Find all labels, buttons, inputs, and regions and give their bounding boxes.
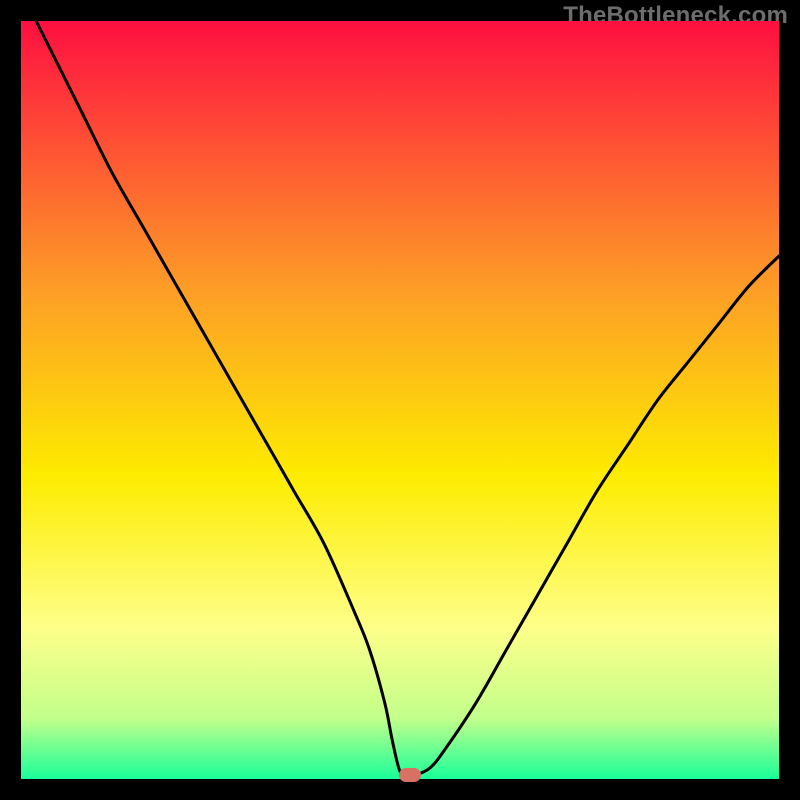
gradient-background — [21, 21, 779, 779]
bottleneck-chart — [21, 21, 779, 779]
optimal-marker — [399, 768, 421, 782]
chart-stage: TheBottleneck.com — [0, 0, 800, 800]
